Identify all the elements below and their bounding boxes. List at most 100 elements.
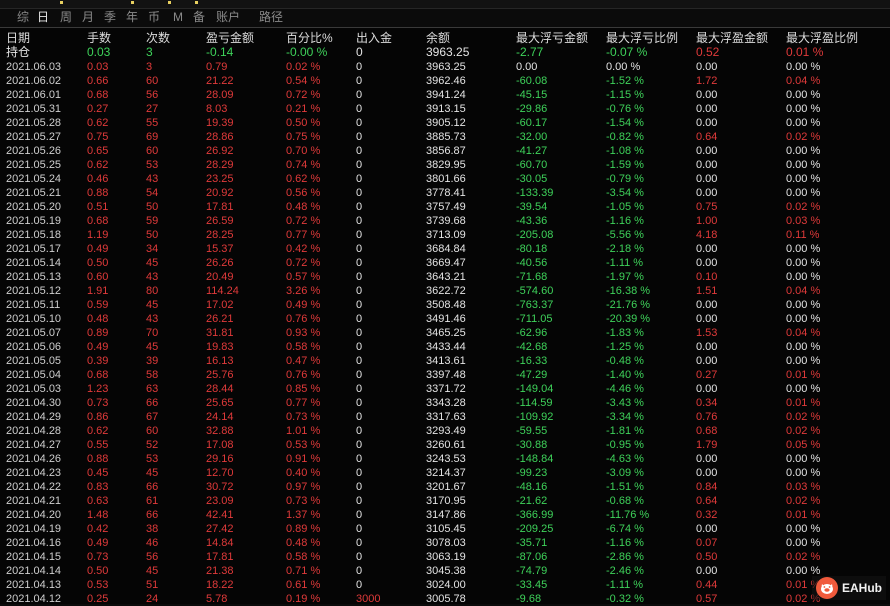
table-row[interactable]: 2021.04.12 0.25 24 5.78 0.19 % 3000 3005.78 -9.…	[0, 592, 890, 606]
cell-max-float-loss-pct: -1.08 %	[606, 145, 644, 157]
table-row[interactable]: 2021.04.21 0.63 61 23.09 0.73 % 0 3170.95 -21.6…	[0, 494, 890, 508]
table-row[interactable]: 2021.05.31 0.27 27 8.03 0.21 % 0 3913.15 -29.86…	[0, 102, 890, 116]
cell-max-float-loss: -148.84	[516, 453, 554, 465]
header-count[interactable]: 次数	[146, 30, 170, 46]
cell-balance: 3371.72	[426, 383, 466, 395]
table-row[interactable]: 2021.06.01 0.68 56 28.09 0.72 % 0 3941.24 -45.1…	[0, 88, 890, 102]
table-row[interactable]: 2021.05.26 0.65 60 26.92 0.70 % 0 3856.87 -41.2…	[0, 144, 890, 158]
table-row[interactable]: 2021.05.12 1.91 80 114.24 3.26 % 0 3622.72 -574…	[0, 284, 890, 298]
table-row[interactable]: 2021.04.19 0.42 38 27.42 0.89 % 0 3105.45 -209.…	[0, 522, 890, 536]
tab-path[interactable]: 路径	[259, 9, 283, 26]
table-row[interactable]: 2021.05.17 0.49 34 15.37 0.42 % 0 3684.84 -80.1…	[0, 242, 890, 256]
table-row[interactable]: 2021.05.11 0.59 45 17.02 0.49 % 0 3508.48 -763.…	[0, 298, 890, 312]
cell-count: 27	[146, 103, 159, 115]
cell-max-float-loss: -43.36	[516, 215, 548, 227]
table-row[interactable]: 2021.05.04 0.68 58 25.76 0.76 % 0 3397.48 -47.2…	[0, 368, 890, 382]
cell-percent: 0.73 %	[286, 495, 321, 507]
table-row[interactable]: 2021.04.23 0.45 45 12.70 0.40 % 0 3214.37 -99.2…	[0, 466, 890, 480]
table-row[interactable]: 2021.04.28 0.62 60 32.88 1.01 % 0 3293.49 -59.5…	[0, 424, 890, 438]
cell-percent: 0.48 %	[286, 201, 321, 213]
cell-lots: 0.39	[87, 355, 109, 367]
cell-max-float-profit: 0.00	[696, 467, 718, 479]
table-row[interactable]: 2021.05.18 1.19 50 28.25 0.77 % 0 3713.09 -205.…	[0, 228, 890, 242]
cell-date: 2021.05.07	[6, 327, 62, 339]
table-row[interactable]: 2021.06.02 0.66 60 21.22 0.54 % 0 3962.46 -60.0…	[0, 74, 890, 88]
cell-balance: 3713.09	[426, 229, 466, 241]
header-deposit[interactable]: 出入金	[356, 30, 392, 46]
table-row[interactable]: 2021.04.14 0.50 45 21.38 0.71 % 0 3045.38 -74.7…	[0, 564, 890, 578]
tab-note[interactable]: 备	[193, 9, 205, 26]
header-percent[interactable]: 百分比%	[286, 30, 333, 46]
table-row[interactable]: 2021.05.20 0.51 50 17.81 0.48 % 0 3757.49 -39.5…	[0, 200, 890, 214]
cell-profit: 29.16	[206, 453, 234, 465]
table-row[interactable]: 2021.05.05 0.39 39 16.13 0.47 % 0 3413.61 -16.3…	[0, 354, 890, 368]
tab-month[interactable]: 月	[82, 9, 94, 26]
table-row[interactable]: 2021.06.03 0.03 3 0.79 0.02 % 0 3963.25 0.00 0.0…	[0, 60, 890, 74]
cell-date: 2021.05.12	[6, 285, 62, 297]
header-lots[interactable]: 手数	[87, 30, 111, 46]
cell-profit: 27.42	[206, 523, 234, 535]
table-row[interactable]: 2021.05.13 0.60 43 20.49 0.57 % 0 3643.21 -71.6…	[0, 270, 890, 284]
holding-row[interactable]: 持仓 0.03 3 -0.14 -0.00 % 0 3963.25 -2.77 -0.07 % 0…	[0, 45, 890, 59]
header-date[interactable]: 日期	[6, 30, 30, 46]
tab-magic[interactable]: M	[173, 9, 183, 26]
header-max-float-profit-pct[interactable]: 最大浮盈比例	[786, 30, 858, 46]
table-row[interactable]: 2021.05.03 1.23 63 28.44 0.85 % 0 3371.72 -149.…	[0, 382, 890, 396]
cell-max-float-loss: -71.68	[516, 271, 548, 283]
cell-profit: 28.86	[206, 131, 234, 143]
cell-percent: 0.61 %	[286, 579, 321, 591]
table-row[interactable]: 2021.05.21 0.88 54 20.92 0.56 % 0 3778.41 -133.…	[0, 186, 890, 200]
table-row[interactable]: 2021.05.07 0.89 70 31.81 0.93 % 0 3465.25 -62.9…	[0, 326, 890, 340]
cell-balance: 3201.67	[426, 481, 466, 493]
table-row[interactable]: 2021.04.29 0.86 67 24.14 0.73 % 0 3317.63 -109.…	[0, 410, 890, 424]
header-balance[interactable]: 余额	[426, 30, 450, 46]
table-row[interactable]: 2021.05.10 0.48 43 26.21 0.76 % 0 3491.46 -711.…	[0, 312, 890, 326]
cell-lots: 0.25	[87, 593, 109, 605]
table-row[interactable]: 2021.05.06 0.49 45 19.83 0.58 % 0 3433.44 -42.6…	[0, 340, 890, 354]
cell-date: 2021.04.28	[6, 425, 62, 437]
cell-count: 80	[146, 285, 159, 297]
table-row[interactable]: 2021.05.14 0.50 45 26.26 0.72 % 0 3669.47 -40.5…	[0, 256, 890, 270]
table-row[interactable]: 2021.04.26 0.88 53 29.16 0.91 % 0 3243.53 -148.…	[0, 452, 890, 466]
cell-balance: 3801.66	[426, 173, 466, 185]
cell-max-float-profit: 0.84	[696, 481, 718, 493]
tab-summary[interactable]: 综	[17, 9, 29, 26]
tab-account[interactable]: 账户	[216, 9, 240, 26]
table-row[interactable]: 2021.04.30 0.73 66 25.65 0.77 % 0 3343.28 -114.…	[0, 396, 890, 410]
cell-percent: 0.77 %	[286, 397, 321, 409]
table-row[interactable]: 2021.04.22 0.83 66 30.72 0.97 % 0 3201.67 -48.1…	[0, 480, 890, 494]
header-max-float-loss-pct[interactable]: 最大浮亏比例	[606, 30, 678, 46]
table-row[interactable]: 2021.05.28 0.62 55 19.39 0.50 % 0 3905.12 -60.1…	[0, 116, 890, 130]
tab-week[interactable]: 周	[60, 9, 72, 26]
table-row[interactable]: 2021.04.20 1.48 66 42.41 1.37 % 0 3147.86 -366.…	[0, 508, 890, 522]
table-row[interactable]: 2021.04.16 0.49 46 14.84 0.48 % 0 3078.03 -35.7…	[0, 536, 890, 550]
cell-deposit: 0	[356, 75, 363, 87]
cell-lots: 0.83	[87, 481, 109, 493]
cell-percent: 0.70 %	[286, 145, 321, 157]
tab-year[interactable]: 年	[126, 9, 138, 26]
header-profit[interactable]: 盈亏金额	[206, 30, 254, 46]
cell-lots: 0.62	[87, 159, 109, 171]
table-row[interactable]: 2021.05.24 0.46 43 23.25 0.62 % 0 3801.66 -30.0…	[0, 172, 890, 186]
cell-max-float-profit: 0.00	[696, 453, 718, 465]
table-row[interactable]: 2021.05.19 0.68 59 26.59 0.72 % 0 3739.68 -43.3…	[0, 214, 890, 228]
tab-quarter[interactable]: 季	[104, 9, 116, 26]
cell-lots: 0.88	[87, 187, 109, 199]
header-max-float-profit[interactable]: 最大浮盈金额	[696, 30, 768, 46]
cell-max-float-profit: 0.52	[696, 45, 720, 59]
table-row[interactable]: 2021.05.25 0.62 53 28.29 0.74 % 0 3829.95 -60.7…	[0, 158, 890, 172]
cell-max-float-loss-pct: -3.54 %	[606, 187, 644, 199]
cell-max-float-loss-pct: -1.81 %	[606, 425, 644, 437]
table-row[interactable]: 2021.05.27 0.75 69 28.86 0.75 % 0 3885.73 -32.0…	[0, 130, 890, 144]
cell-lots: 0.88	[87, 453, 109, 465]
cell-percent: 0.76 %	[286, 313, 321, 325]
header-max-float-loss[interactable]: 最大浮亏金额	[516, 30, 588, 46]
table-row[interactable]: 2021.04.13 0.53 51 18.22 0.61 % 0 3024.00 -33.4…	[0, 578, 890, 592]
tab-day[interactable]: 日	[37, 9, 49, 26]
cell-date: 2021.04.21	[6, 495, 62, 507]
table-row[interactable]: 2021.04.27 0.55 52 17.08 0.53 % 0 3260.61 -30.8…	[0, 438, 890, 452]
cell-count: 46	[146, 537, 159, 549]
table-row[interactable]: 2021.04.15 0.73 56 17.81 0.58 % 0 3063.19 -87.0…	[0, 550, 890, 564]
tab-currency[interactable]: 币	[148, 9, 160, 26]
cell-balance: 3078.03	[426, 537, 466, 549]
